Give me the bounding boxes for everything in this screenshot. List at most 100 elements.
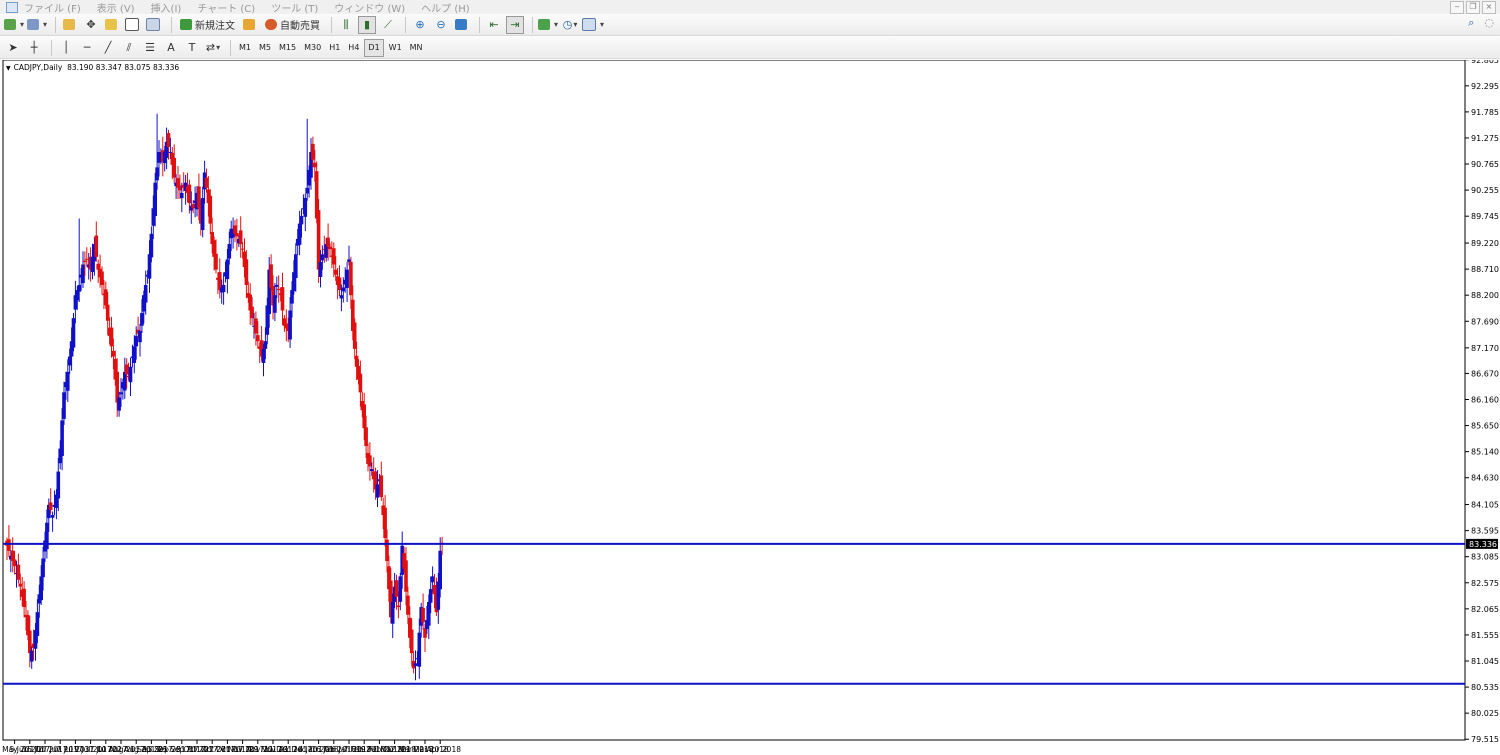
- candle-bear: [244, 259, 249, 285]
- candle-bull: [299, 215, 304, 225]
- candle-bull: [39, 576, 43, 601]
- indicators-button[interactable]: [538, 16, 558, 34]
- auto-trade-icon: [265, 19, 278, 30]
- channel-icon: ⫽: [126, 40, 132, 54]
- candle-bull: [153, 182, 157, 217]
- text-label-button[interactable]: T: [183, 39, 201, 57]
- vertical-line-button[interactable]: │: [57, 39, 75, 57]
- market-watch-button[interactable]: [61, 16, 79, 34]
- fibonacci-button[interactable]: ☰: [141, 39, 159, 57]
- new-order-button[interactable]: 新規注文: [177, 16, 238, 34]
- new-order-label: 新規注文: [195, 21, 236, 32]
- candle-bull: [428, 589, 433, 603]
- timeframe-m1[interactable]: M1: [236, 40, 254, 56]
- candle-bull: [341, 287, 346, 292]
- candle-bull: [318, 261, 323, 278]
- x-tick-label: 2 Apr 2018: [419, 745, 461, 754]
- market-watch-icon: [62, 19, 75, 30]
- price-chart[interactable]: 92.805 92.295 91.785 91.275 90.765 90.255 89.7…: [0, 60, 1500, 755]
- timeframe-m5[interactable]: M5: [256, 40, 274, 56]
- candle-bear: [383, 507, 387, 539]
- zoom-in-button[interactable]: ⊕: [411, 16, 429, 34]
- timeframe-w1[interactable]: W1: [386, 40, 405, 56]
- timeframe-h1[interactable]: H1: [326, 40, 343, 56]
- y-tick-label: 79.515: [1471, 735, 1499, 744]
- zoom-out-button[interactable]: ⊖: [432, 16, 450, 34]
- y-tick-label: 80.025: [1471, 709, 1499, 718]
- candle-bull: [303, 198, 308, 217]
- timeframe-h4[interactable]: H4: [345, 40, 362, 56]
- menu-view[interactable]: 表示 (V): [97, 0, 135, 15]
- candlestick-button[interactable]: ▮: [358, 15, 377, 34]
- y-tick-label: 88.200: [1471, 291, 1499, 300]
- candle-bear: [48, 502, 53, 510]
- candle-bull: [297, 223, 302, 245]
- data-window-button[interactable]: ✥: [82, 16, 100, 34]
- menu-window[interactable]: ウィンドウ (W): [334, 0, 405, 15]
- candle-bear: [178, 185, 182, 191]
- timeframe-m30[interactable]: M30: [301, 40, 324, 56]
- timeframe-m15[interactable]: M15: [276, 40, 299, 56]
- candle-bear: [109, 327, 114, 347]
- new-chart-button[interactable]: [4, 16, 24, 34]
- candle-bear: [276, 288, 281, 291]
- channel-button[interactable]: ⫽: [120, 39, 138, 57]
- candle-bull: [305, 187, 309, 194]
- candle-bear: [238, 230, 243, 245]
- candle-bear: [250, 306, 254, 319]
- terminal-button[interactable]: [124, 16, 142, 34]
- text-label-icon: T: [188, 41, 196, 54]
- trendline-button[interactable]: ╱: [99, 39, 117, 57]
- strategy-tester-button[interactable]: [145, 16, 163, 34]
- menu-tools[interactable]: ツール (T): [271, 0, 318, 15]
- candle-bear: [187, 184, 192, 204]
- candle-bull: [138, 330, 142, 343]
- bar-chart-button[interactable]: ⫼: [337, 16, 355, 34]
- menu-file[interactable]: ファイル (F): [24, 0, 81, 15]
- meta-editor-button[interactable]: [241, 16, 259, 34]
- menu-insert[interactable]: 挿入(I): [151, 0, 182, 15]
- crosshair-button[interactable]: ┼: [25, 39, 43, 57]
- minimize-icon[interactable]: ‒: [1450, 1, 1464, 14]
- candle-bear: [421, 607, 425, 623]
- menu-chart[interactable]: チャート (C): [197, 0, 255, 15]
- menu-help[interactable]: ヘルプ (H): [421, 0, 470, 15]
- cursor-button[interactable]: ➤: [4, 39, 22, 57]
- y-tick-label: 90.765: [1471, 160, 1499, 169]
- text-button[interactable]: A: [162, 39, 180, 57]
- periods-button[interactable]: ◷: [561, 16, 579, 34]
- tester-icon: [145, 18, 160, 31]
- vertical-line-icon: │: [62, 41, 70, 54]
- auto-scroll-button[interactable]: ⇤: [485, 16, 503, 34]
- line-chart-button[interactable]: ⟋: [379, 16, 397, 34]
- line-chart-icon: ⟋: [384, 17, 392, 31]
- horizontal-line-button[interactable]: ─: [78, 39, 96, 57]
- trendline-icon: ╱: [104, 41, 112, 54]
- y-tick-label: 83.085: [1471, 553, 1499, 562]
- close-icon[interactable]: ×: [1482, 1, 1496, 14]
- auto-trade-button[interactable]: 自動売買: [262, 16, 323, 34]
- navigator-button[interactable]: [103, 16, 121, 34]
- restore-icon[interactable]: ❐: [1466, 1, 1480, 14]
- profiles-button[interactable]: [27, 16, 47, 34]
- timeframe-mn[interactable]: MN: [407, 40, 426, 56]
- candle-bull: [67, 356, 72, 366]
- candle-bear: [332, 248, 336, 265]
- candle-bear: [124, 364, 129, 375]
- templates-button[interactable]: [582, 16, 604, 34]
- arrows-icon: ⇄: [205, 41, 216, 54]
- y-tick-label: 80.535: [1471, 683, 1499, 692]
- candle-bear: [256, 335, 260, 342]
- y-tick-label: 85.650: [1471, 422, 1499, 431]
- candle-bull: [41, 558, 45, 578]
- candle-bear: [333, 269, 338, 275]
- bar-chart-icon: ⫼: [343, 17, 349, 31]
- timeframe-d1[interactable]: D1: [364, 38, 384, 57]
- candle-bull: [225, 259, 230, 280]
- search-icon[interactable]: ⌕: [1468, 16, 1474, 30]
- tile-windows-button[interactable]: [453, 16, 471, 34]
- chat-icon[interactable]: ◌: [1484, 16, 1494, 30]
- arrows-button[interactable]: ⇄: [204, 39, 222, 57]
- chart-shift-button[interactable]: ⇥: [506, 15, 525, 34]
- candle-bull: [155, 167, 159, 181]
